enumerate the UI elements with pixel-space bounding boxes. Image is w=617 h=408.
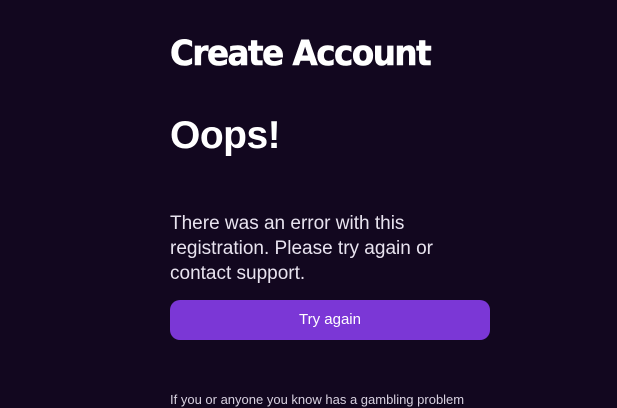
page-title: Create Account [170,34,432,75]
gambling-help-notice: If you or anyone you know has a gambling… [170,392,465,407]
try-again-button[interactable]: Try again [170,300,490,340]
error-message: There was an error with this registratio… [170,213,433,284]
create-account-panel: Create Account Oops! There was an error … [170,0,490,407]
error-heading: Oops! [170,114,281,157]
